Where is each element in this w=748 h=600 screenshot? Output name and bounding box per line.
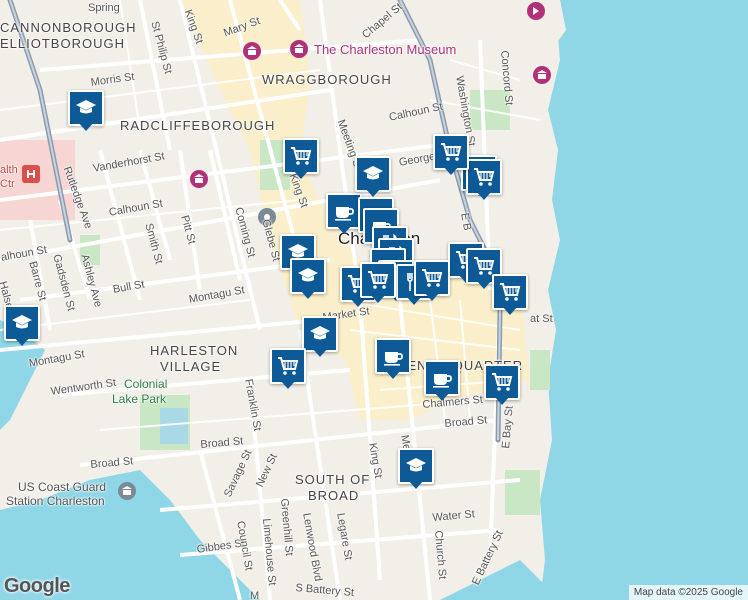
marker-pointer [385, 370, 401, 379]
cafe-icon [430, 366, 454, 390]
shopping-cart-icon [366, 268, 390, 292]
school-marker[interactable] [290, 258, 326, 300]
shopping-cart-icon [439, 140, 463, 164]
shopping-cart-marker[interactable] [492, 274, 528, 316]
marker-pointer [434, 392, 450, 401]
hospital-icon[interactable] [22, 165, 40, 183]
marker-pointer [502, 306, 518, 315]
shopping-cart-icon [289, 144, 313, 168]
school-icon [296, 264, 320, 288]
marker-pointer [424, 292, 440, 301]
marker-pointer [476, 191, 492, 200]
marker-pointer [293, 170, 309, 179]
shopping-cart-marker[interactable] [484, 364, 520, 406]
school-icon [308, 322, 332, 346]
shopping-cart-icon [472, 165, 496, 189]
marker-pointer [494, 396, 510, 405]
shopping-cart-marker[interactable] [270, 348, 306, 390]
marker-pointer [365, 188, 381, 197]
shopping-cart-marker[interactable] [433, 134, 469, 176]
marker-pointer [280, 380, 296, 389]
school-icon [361, 162, 385, 186]
museum-icon[interactable] [290, 40, 308, 58]
cafe-marker[interactable] [375, 338, 411, 380]
shopping-cart-icon [276, 354, 300, 378]
landmark-icon[interactable] [243, 42, 261, 60]
marker-pointer [300, 290, 316, 299]
marker-pointer [336, 225, 352, 234]
map-canvas[interactable]: CANNONBOROUGH ELLIOTBOROUGH WRAGGBOROUGH… [0, 0, 748, 600]
school-icon [404, 454, 428, 478]
school-marker[interactable] [355, 156, 391, 198]
school-marker[interactable] [68, 90, 104, 132]
school-poi-icon[interactable] [258, 208, 276, 226]
shopping-cart-marker[interactable] [414, 260, 450, 302]
museum-icon-east[interactable] [533, 66, 551, 84]
marker-pointer [14, 337, 30, 346]
shopping-cart-marker[interactable] [283, 138, 319, 180]
park-pin-icon[interactable] [527, 2, 545, 20]
marker-pointer [78, 122, 94, 131]
marker-pointer [443, 166, 459, 175]
school-marker[interactable] [398, 448, 434, 490]
cafe-marker[interactable] [326, 193, 362, 235]
school-icon [10, 311, 34, 335]
marker-pointer [476, 280, 492, 289]
shopping-cart-marker[interactable] [360, 262, 396, 304]
shopping-cart-icon [490, 370, 514, 394]
shopping-cart-icon [498, 280, 522, 304]
google-logo: Google [4, 575, 70, 597]
school-marker[interactable] [4, 305, 40, 347]
shopping-cart-marker[interactable] [466, 159, 502, 201]
map-attribution[interactable]: Map data ©2025 Google [628, 585, 748, 600]
marker-pointer [312, 348, 328, 357]
cafe-marker[interactable] [424, 360, 460, 402]
cafe-icon [332, 199, 356, 223]
school-marker[interactable] [302, 316, 338, 358]
marker-pointer [370, 294, 386, 303]
landmark-icon-vanderhorst[interactable] [190, 170, 208, 188]
cafe-icon [381, 344, 405, 368]
marker-pointer [408, 480, 424, 489]
coast-guard-icon[interactable] [118, 482, 136, 500]
school-icon [74, 96, 98, 120]
shopping-cart-icon [420, 266, 444, 290]
